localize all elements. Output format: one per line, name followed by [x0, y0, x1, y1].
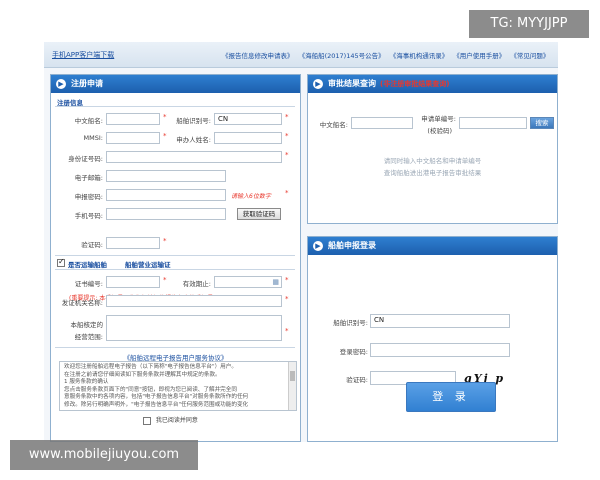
scope-label-line1: 本船核定的	[70, 321, 104, 329]
email-input[interactable]	[106, 170, 226, 182]
id-number-input[interactable]	[106, 151, 282, 163]
mmsi-input[interactable]	[106, 132, 160, 144]
transport-license-link[interactable]: 船舶营业运输证	[125, 259, 171, 269]
top-link-directory[interactable]: 《海事机构通讯录》	[390, 52, 449, 60]
calendar-icon[interactable]: ▦	[272, 277, 279, 287]
search-button[interactable]: 搜索	[530, 117, 554, 129]
phone-input[interactable]	[106, 208, 226, 220]
required-mark: *	[163, 132, 167, 140]
query-ship-name-input[interactable]	[351, 117, 413, 129]
scope-label-line2: 经营范围:	[74, 333, 103, 341]
query-tip-2: 查询船舶进出港电子报告审批结果	[383, 169, 482, 177]
login-button[interactable]: 登 录	[406, 382, 496, 412]
query-title-note: (非注册审批结果查询)	[380, 80, 450, 88]
issuer-input[interactable]	[106, 295, 282, 307]
email-label: 电子邮箱:	[74, 174, 103, 182]
application-no-label: 申请单编号:	[421, 115, 456, 123]
required-mark: *	[285, 295, 289, 303]
agreement-text: 欢迎您注册船舶远程电子报告（以下简称"电子报告信息平台"）用户。 在注册之前请您…	[64, 364, 249, 408]
business-scope-textarea[interactable]	[106, 315, 282, 341]
login-ship-id-input[interactable]: CN	[370, 314, 510, 328]
query-panel-header: ▶ 审批结果查询 (非注册审批结果查询)	[308, 75, 557, 93]
mmsi-label: MMSI:	[83, 134, 103, 142]
chinese-ship-name-label: 中文船名:	[74, 117, 103, 125]
password-hint: 请输入6位数字	[231, 193, 271, 200]
ship-id-label: 船舶识别号:	[176, 117, 211, 125]
login-title: 船舶申报登录	[328, 241, 376, 250]
required-mark: *	[285, 276, 289, 284]
code-input[interactable]	[106, 237, 160, 249]
divider	[55, 347, 295, 348]
required-mark: *	[163, 237, 167, 245]
valid-until-input[interactable]: ▦	[214, 276, 282, 288]
agree-row: 我已阅读并同意	[143, 415, 198, 425]
query-tip-1: 请同时输入中文船名和申请单编号	[383, 157, 482, 165]
top-link-announcement[interactable]: 《海船船(2017)145号公告》	[299, 52, 385, 60]
watermark-bottom: www.mobilejiuyou.com	[10, 440, 198, 470]
top-link-report-form[interactable]: 《报告信息修改申请表》	[222, 52, 294, 60]
login-password-input[interactable]	[370, 343, 510, 357]
register-panel-header: ▶ 注册申请	[51, 75, 300, 93]
ship-id-input[interactable]: CN	[214, 113, 282, 125]
login-ship-id-label: 船舶识别号:	[333, 319, 368, 327]
arrow-circle-icon: ▶	[313, 241, 323, 251]
check-code-label: (校验码)	[427, 127, 452, 135]
divider	[55, 269, 295, 270]
agreement-scrollbar[interactable]	[288, 362, 296, 410]
required-mark: *	[163, 276, 167, 284]
agreement-textbox[interactable]: 欢迎您注册船舶远程电子报告（以下简称"电子报告信息平台"）用户。 在注册之前请您…	[59, 361, 297, 411]
divider	[55, 255, 295, 256]
top-link-user-manual[interactable]: 《用户使用手册》	[453, 52, 505, 60]
id-number-label: 身份证号码:	[68, 155, 103, 163]
required-mark: *	[285, 189, 289, 197]
agree-label: 我已阅读并同意	[155, 417, 198, 424]
main-frame: 手机APP客户端下载 《报告信息修改申请表》 《海船船(2017)145号公告》…	[44, 42, 558, 442]
login-password-label: 登录密码:	[339, 348, 368, 356]
arrow-circle-icon: ▶	[56, 79, 66, 89]
code-label: 验证码:	[81, 241, 103, 249]
agree-checkbox[interactable]	[143, 416, 151, 425]
phone-label: 手机号码:	[74, 212, 103, 220]
register-title: 注册申请	[71, 79, 103, 88]
applicant-name-label: 申办人姓名:	[176, 136, 211, 144]
watermark-top: TG: MYYJJPP	[469, 10, 589, 38]
query-title: 审批结果查询	[328, 79, 376, 88]
chinese-ship-name-input[interactable]	[106, 113, 160, 125]
login-panel-header: ▶ 船舶申报登录	[308, 237, 557, 255]
get-code-button[interactable]: 获取验证码	[237, 208, 281, 220]
transport-ship-checkbox[interactable]	[57, 257, 65, 267]
issuer-label: 发证机关名称:	[61, 299, 103, 307]
cert-no-label: 证书编号:	[74, 280, 103, 288]
divider	[55, 106, 295, 107]
top-link-bar: 手机APP客户端下载 《报告信息修改申请表》 《海船船(2017)145号公告》…	[44, 42, 558, 68]
cert-no-input[interactable]	[106, 276, 160, 288]
top-link-faq[interactable]: 《常见问题》	[510, 52, 549, 60]
required-mark: *	[163, 113, 167, 121]
valid-until-label: 有效期止:	[182, 280, 211, 288]
top-links: 《报告信息修改申请表》 《海船船(2017)145号公告》 《海事机构通讯录》 …	[222, 50, 552, 60]
applicant-name-input[interactable]	[214, 132, 282, 144]
required-mark: *	[285, 132, 289, 140]
app-download-link[interactable]: 手机APP客户端下载	[52, 50, 114, 60]
required-mark: *	[285, 327, 289, 335]
arrow-circle-icon: ▶	[313, 79, 323, 89]
transport-ship-label: 是否运输船舶	[68, 261, 107, 269]
application-no-input[interactable]	[459, 117, 527, 129]
password-label: 申报密码:	[74, 193, 103, 201]
query-panel: ▶ 审批结果查询 (非注册审批结果查询) 中文船名: 申请单编号: (校验码) 搜…	[307, 74, 558, 224]
password-input[interactable]	[106, 189, 226, 201]
register-panel: ▶ 注册申请 注册信息 中文船名: * 船舶识别号: CN * MMSI: * …	[50, 74, 301, 442]
required-mark: *	[285, 151, 289, 159]
required-mark: *	[285, 113, 289, 121]
login-code-label: 验证码:	[346, 376, 368, 384]
query-ship-name-label: 中文船名:	[319, 121, 348, 129]
